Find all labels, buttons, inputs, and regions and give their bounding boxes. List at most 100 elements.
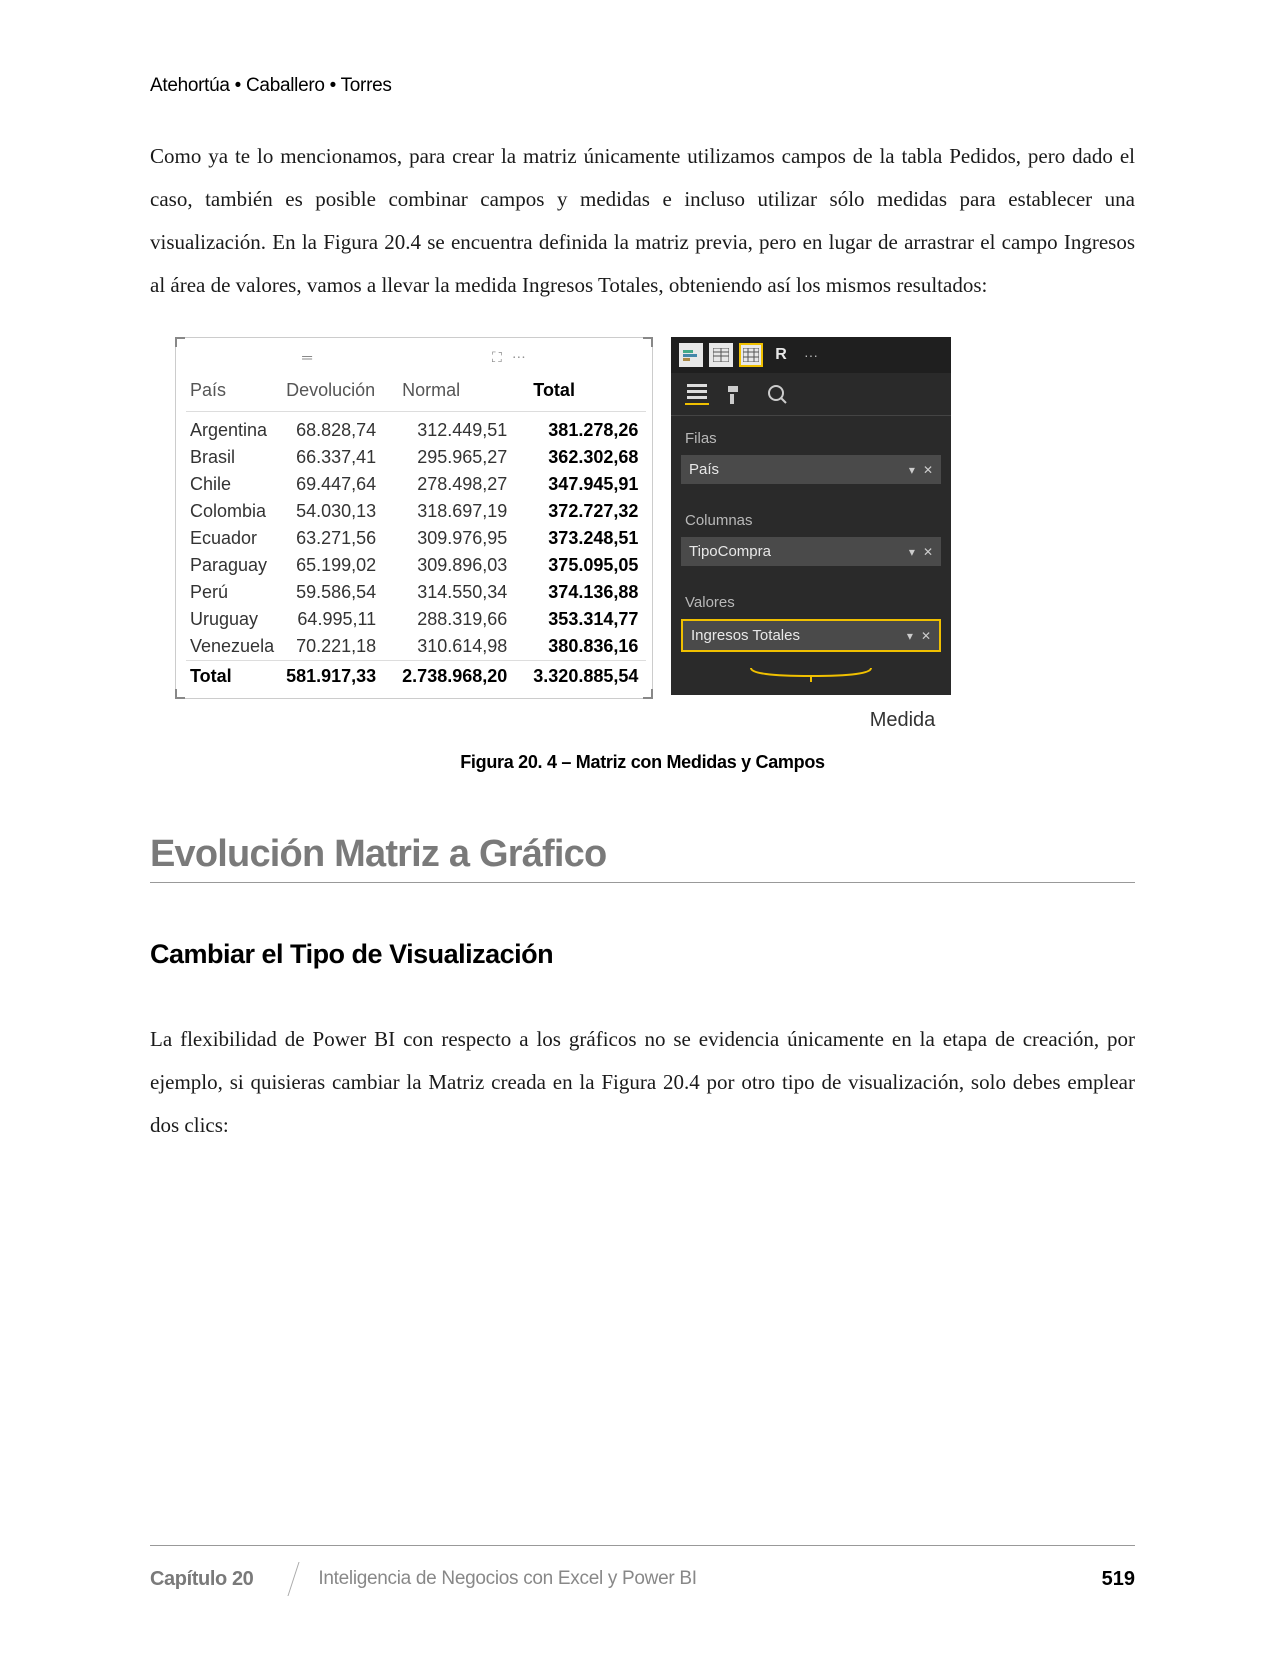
intro-paragraph: Como ya te lo mencionamos, para crear la… <box>150 135 1135 307</box>
figure-20-4: ═ ⛶ ··· País Devolución Normal Total Arg… <box>175 337 1135 699</box>
matrix-header-icons: ═ ⛶ ··· <box>186 350 642 368</box>
page-footer: Capítulo 20 Inteligencia de Negocios con… <box>150 1545 1135 1596</box>
cell-total-tot: 3.320.885,54 <box>529 661 646 691</box>
cell-nor: 310.614,98 <box>398 633 529 661</box>
cell-dev: 59.586,54 <box>282 579 398 606</box>
columnas-section-label: Columnas <box>671 498 951 537</box>
cell-nor: 295.965,27 <box>398 444 529 471</box>
remove-field-icon[interactable]: ✕ <box>923 545 933 559</box>
cell-tot: 353.314,77 <box>529 606 646 633</box>
matrix-table: País Devolución Normal Total Argentina 6… <box>186 374 646 690</box>
footer-page-number: 519 <box>1102 1568 1135 1591</box>
table-icon[interactable] <box>709 343 733 367</box>
cell-tot: 381.278,26 <box>529 412 646 445</box>
cell-pais: Colombia <box>186 498 282 525</box>
cell-nor: 278.498,27 <box>398 471 529 498</box>
cell-nor: 314.550,34 <box>398 579 529 606</box>
more-options-icon[interactable]: ··· <box>512 351 526 367</box>
col-pais: País <box>186 374 282 412</box>
table-row: Uruguay 64.995,11 288.319,66 353.314,77 <box>186 606 646 633</box>
format-tab-icon[interactable] <box>725 383 749 405</box>
matrix-icon[interactable] <box>739 343 763 367</box>
field-pais-label: País <box>689 461 719 478</box>
fields-tab-icon[interactable] <box>685 383 709 405</box>
cell-dev: 64.995,11 <box>282 606 398 633</box>
cell-tot: 347.945,91 <box>529 471 646 498</box>
cell-dev: 68.828,74 <box>282 412 398 445</box>
filas-field-pill[interactable]: País ▾ ✕ <box>681 455 941 484</box>
table-row: Brasil 66.337,41 295.965,27 362.302,68 <box>186 444 646 471</box>
cell-tot: 374.136,88 <box>529 579 646 606</box>
cell-pais: Venezuela <box>186 633 282 661</box>
cell-dev: 69.447,64 <box>282 471 398 498</box>
cell-nor: 318.697,19 <box>398 498 529 525</box>
drill-icon[interactable]: ═ <box>302 351 312 367</box>
cell-pais: Chile <box>186 471 282 498</box>
cell-pais: Brasil <box>186 444 282 471</box>
cell-total-label: Total <box>186 661 282 691</box>
cell-dev: 70.221,18 <box>282 633 398 661</box>
col-devolucion: Devolución <box>282 374 398 412</box>
chevron-down-icon[interactable]: ▾ <box>909 463 915 477</box>
table-row: Colombia 54.030,13 318.697,19 372.727,32 <box>186 498 646 525</box>
cell-dev: 65.199,02 <box>282 552 398 579</box>
cell-tot: 375.095,05 <box>529 552 646 579</box>
table-row: Venezuela 70.221,18 310.614,98 380.836,1… <box>186 633 646 661</box>
col-normal: Normal <box>398 374 529 412</box>
table-row: Argentina 68.828,74 312.449,51 381.278,2… <box>186 412 646 445</box>
cell-dev: 66.337,41 <box>282 444 398 471</box>
medida-callout: Medida <box>670 709 1135 732</box>
cell-nor: 312.449,51 <box>398 412 529 445</box>
table-row: Perú 59.586,54 314.550,34 374.136,88 <box>186 579 646 606</box>
cell-nor: 288.319,66 <box>398 606 529 633</box>
remove-field-icon[interactable]: ✕ <box>921 629 931 643</box>
filas-section-label: Filas <box>671 416 951 455</box>
field-tipocompra-label: TipoCompra <box>689 543 771 560</box>
chevron-down-icon[interactable]: ▾ <box>909 545 915 559</box>
table-total-row: Total 581.917,33 2.738.968,20 3.320.885,… <box>186 661 646 691</box>
chevron-down-icon[interactable]: ▾ <box>907 629 913 643</box>
columnas-field-pill[interactable]: TipoCompra ▾ ✕ <box>681 537 941 566</box>
cell-pais: Perú <box>186 579 282 606</box>
cell-pais: Argentina <box>186 412 282 445</box>
footer-title: Inteligencia de Negocios con Excel y Pow… <box>318 1568 696 1590</box>
table-row: Ecuador 63.271,56 309.976,95 373.248,51 <box>186 525 646 552</box>
r-visual-icon[interactable]: R <box>769 343 793 367</box>
cell-tot: 372.727,32 <box>529 498 646 525</box>
cell-pais: Paraguay <box>186 552 282 579</box>
subsection-heading: Cambiar el Tipo de Visualización <box>150 939 1135 970</box>
cell-nor: 309.976,95 <box>398 525 529 552</box>
analytics-tab-icon[interactable] <box>765 383 789 405</box>
remove-field-icon[interactable]: ✕ <box>923 463 933 477</box>
cell-dev: 63.271,56 <box>282 525 398 552</box>
cell-pais: Ecuador <box>186 525 282 552</box>
cell-tot: 373.248,51 <box>529 525 646 552</box>
footer-chapter: Capítulo 20 <box>150 1568 293 1591</box>
callout-brace <box>671 666 951 689</box>
col-total: Total <box>529 374 646 412</box>
cell-tot: 380.836,16 <box>529 633 646 661</box>
cell-pais: Uruguay <box>186 606 282 633</box>
more-visuals-icon[interactable]: ··· <box>799 343 823 367</box>
valores-field-pill[interactable]: Ingresos Totales ▾ ✕ <box>681 619 941 652</box>
table-row: Chile 69.447,64 278.498,27 347.945,91 <box>186 471 646 498</box>
cell-total-dev: 581.917,33 <box>282 661 398 691</box>
focus-mode-icon[interactable]: ⛶ <box>492 351 502 367</box>
matrix-visual[interactable]: ═ ⛶ ··· País Devolución Normal Total Arg… <box>175 337 653 699</box>
cell-nor: 309.896,03 <box>398 552 529 579</box>
valores-section-label: Valores <box>671 580 951 619</box>
field-ingresos-label: Ingresos Totales <box>691 627 800 644</box>
pane-tabs <box>671 373 951 416</box>
table-row: Paraguay 65.199,02 309.896,03 375.095,05 <box>186 552 646 579</box>
figure-caption: Figura 20. 4 – Matriz con Medidas y Camp… <box>150 752 1135 773</box>
visualizations-toolbar: R ··· <box>671 337 951 373</box>
section-rule <box>150 882 1135 883</box>
cell-dev: 54.030,13 <box>282 498 398 525</box>
body-paragraph-2: La flexibilidad de Power BI con respecto… <box>150 1018 1135 1147</box>
visualizations-pane: R ··· Filas País ▾ ✕ <box>671 337 951 695</box>
header-authors: Atehortúa • Caballero • Torres <box>150 75 1135 97</box>
cell-total-nor: 2.738.968,20 <box>398 661 529 691</box>
stacked-bar-icon[interactable] <box>679 343 703 367</box>
section-heading: Evolución Matriz a Gráfico <box>150 833 1135 876</box>
cell-tot: 362.302,68 <box>529 444 646 471</box>
